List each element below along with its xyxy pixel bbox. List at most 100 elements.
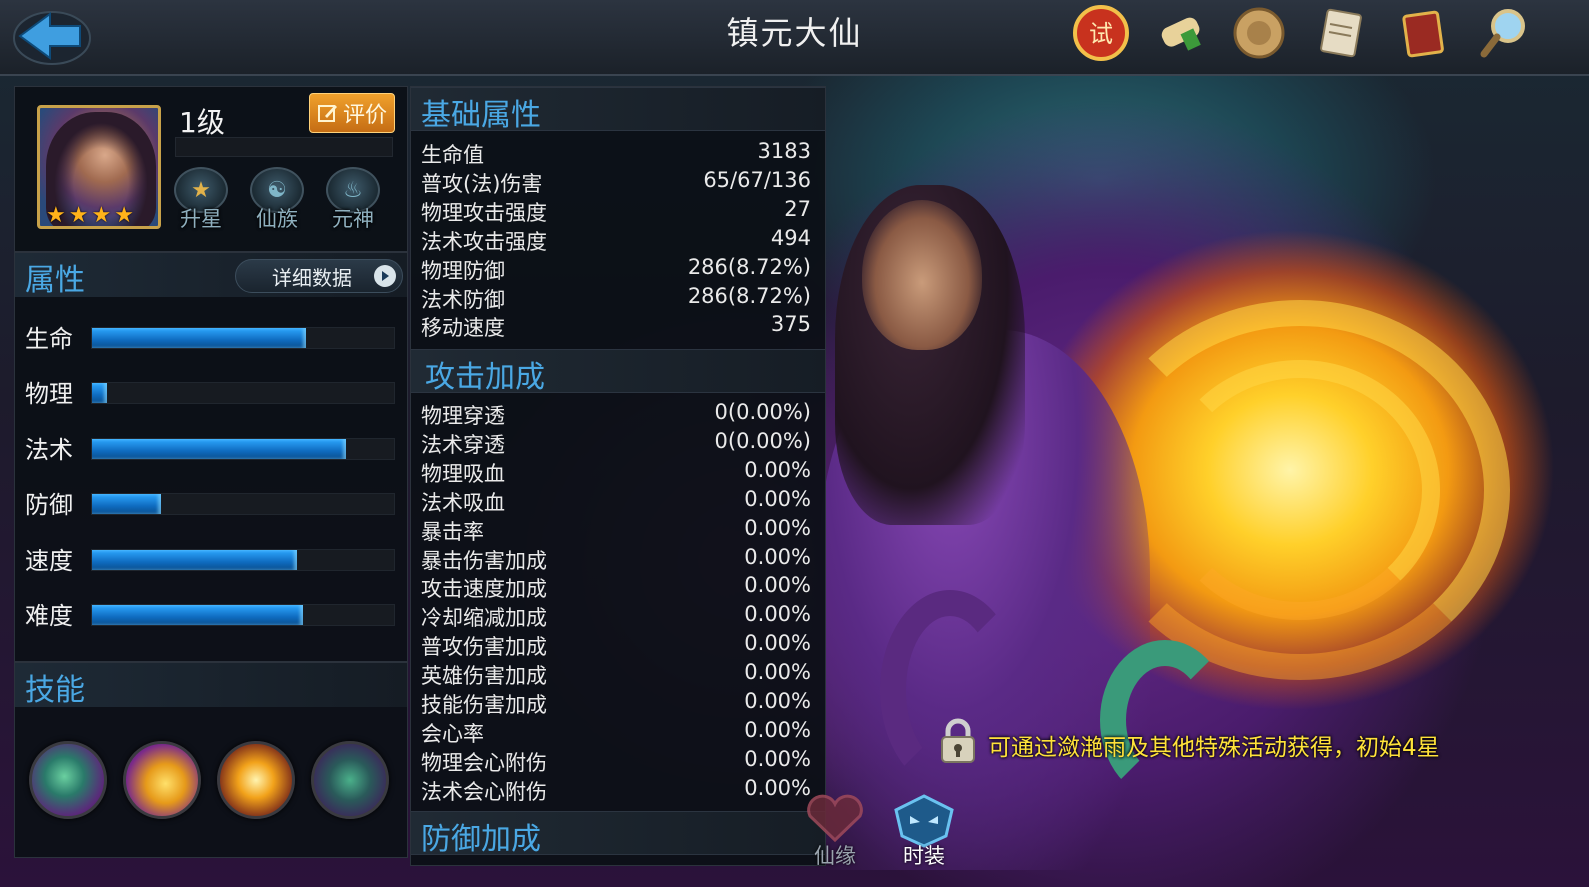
acquire-info-text: 可通过潋滟雨及其他特殊活动获得，初始4星 <box>988 735 1440 761</box>
attribute-bar-label: 速度 <box>25 546 73 575</box>
attribute-name: 攻击速度加成 <box>421 577 547 602</box>
rate-button-label: 评价 <box>342 103 387 128</box>
attribute-name: 会心率 <box>421 721 484 746</box>
attribute-value: 286(8.72%) <box>687 283 811 308</box>
attribute-bar-label: 难度 <box>25 602 73 630</box>
attribute-name: 冷却缩减加成 <box>421 606 547 631</box>
attribute-detail-panel: 基础属性 生命值 3183 普攻(法)伤害 65/67/136 物理攻击强度 27 法术攻击… <box>410 86 826 866</box>
attribute-bar-fill <box>92 328 307 348</box>
skill-4-icon[interactable] <box>311 741 389 819</box>
attribute-bar-row: 法术 <box>23 428 403 468</box>
attribute-value: 0(0.00%) <box>714 428 811 453</box>
attribute-row: 攻击速度加成 0.00% <box>421 572 811 601</box>
attribute-name: 物理防御 <box>421 258 505 283</box>
spirit-button[interactable]: ♨ 元神 <box>321 167 385 233</box>
attribute-name: 普攻(法)伤害 <box>421 171 543 196</box>
attribute-name: 暴击伤害加成 <box>421 548 547 573</box>
skill-2-icon[interactable] <box>123 741 201 819</box>
svg-text:试: 试 <box>1089 20 1113 48</box>
attribute-bar-row: 防御 <box>23 483 403 523</box>
star-icon: ★ <box>114 203 134 228</box>
defense-bonus-title: 防御加成 <box>421 822 541 857</box>
heart-icon <box>807 794 863 843</box>
lock-icon <box>938 718 978 764</box>
section-title: 属性 <box>25 263 85 298</box>
attribute-row: 物理攻击强度 27 <box>421 196 811 225</box>
attribute-name: 物理穿透 <box>421 404 505 428</box>
coin-icon[interactable] <box>1230 4 1288 62</box>
attribute-bar-track <box>91 382 395 405</box>
attribute-bar-fill <box>92 605 304 625</box>
attribute-bar-row: 生命 <box>23 317 403 357</box>
attribute-bar-row: 物理 <box>23 372 403 412</box>
attribute-row: 冷却缩减加成 0.00% <box>421 601 811 630</box>
top-bar: 镇元大仙 试 <box>0 0 1589 76</box>
attribute-value: 0.00% <box>744 717 811 742</box>
attribute-name: 法术吸血 <box>421 490 505 515</box>
attribute-row: 普攻伤害加成 0.00% <box>421 630 811 659</box>
tab-costume[interactable]: 时装 <box>888 792 960 872</box>
attribute-value: 375 <box>770 312 811 337</box>
magnifier-icon[interactable] <box>1476 4 1534 62</box>
attribute-name: 法术会心附伤 <box>421 779 547 804</box>
attribute-bar-fill <box>92 383 108 404</box>
attribute-value: 27 <box>784 196 811 221</box>
attribute-row: 法术穿透 0(0.00%) <box>421 428 811 457</box>
attribute-bar-label: 生命 <box>25 325 73 353</box>
attribute-bar-row: 难度 <box>23 594 403 634</box>
paper-icon[interactable] <box>1312 4 1370 62</box>
book-icon[interactable] <box>1394 4 1452 62</box>
attribute-bar-track <box>91 548 395 571</box>
detail-data-button[interactable]: 详细数据 <box>235 259 403 293</box>
attribute-bar-fill <box>92 494 162 515</box>
hero-face-art <box>862 200 982 350</box>
clan-button[interactable]: ☯ 仙族 <box>245 167 309 233</box>
attribute-bar-fill <box>92 438 346 459</box>
attribute-row: 法术会心附伤 0.00% <box>421 775 811 804</box>
skill-3-icon[interactable] <box>217 741 295 819</box>
attribute-value: 494 <box>770 225 811 250</box>
attribute-name: 生命值 <box>421 143 484 167</box>
attribute-value: 0.00% <box>744 660 811 685</box>
attribute-row: 物理穿透 0(0.00%) <box>421 399 811 428</box>
tentacle-art-2 <box>1100 640 1230 800</box>
attribute-value: 0.00% <box>744 631 811 656</box>
star-up-button[interactable]: ★ 升星 <box>169 167 233 233</box>
trial-seal-icon[interactable]: 试 <box>1072 4 1130 62</box>
skills-panel: 技能 <box>14 662 408 858</box>
attribute-name: 英雄伤害加成 <box>421 664 547 689</box>
attribute-value: 0.00% <box>744 689 811 713</box>
attribute-name: 暴击率 <box>421 519 484 544</box>
attribute-value: 0.00% <box>744 544 811 569</box>
attribute-row: 物理会心附伤 0.00% <box>421 746 811 775</box>
attribute-bar-fill <box>92 549 298 570</box>
attribute-name: 法术防御 <box>421 287 505 312</box>
xp-bar <box>175 137 393 157</box>
attribute-value: 286(8.72%) <box>687 254 811 279</box>
rate-button[interactable]: 评价 <box>309 93 395 133</box>
attribute-bar-track <box>91 493 395 516</box>
attribute-row: 法术防御 286(8.72%) <box>421 283 811 312</box>
attribute-bar-track <box>91 327 395 349</box>
attribute-bar-track <box>91 437 395 460</box>
attribute-row: 物理吸血 0.00% <box>421 457 811 486</box>
attribute-row: 移动速度 375 <box>421 311 811 340</box>
attribute-value: 0.00% <box>744 486 811 511</box>
attribute-name: 普攻伤害加成 <box>421 635 547 660</box>
attribute-bar-label: 防御 <box>25 491 73 520</box>
star-icon: ★ <box>68 203 89 228</box>
attribute-bar-track <box>91 604 395 626</box>
attribute-row: 生命值 3183 <box>421 138 811 167</box>
star-rating: ★ ★ ★ ★ <box>46 203 134 228</box>
skill-1-icon[interactable] <box>29 741 107 819</box>
attack-bonus-title: 攻击加成 <box>425 360 545 395</box>
section-title: 技能 <box>25 673 85 708</box>
attribute-row: 法术攻击强度 494 <box>421 225 811 254</box>
attribute-row: 法术吸血 0.00% <box>421 486 811 515</box>
attribute-value: 3183 <box>757 139 811 163</box>
hero-portrait[interactable]: ★ ★ ★ ★ <box>37 105 161 229</box>
attribute-row: 暴击伤害加成 0.00% <box>421 544 811 573</box>
scroll-icon[interactable] <box>1152 4 1210 62</box>
attribute-name: 法术穿透 <box>421 432 505 457</box>
tab-affinity[interactable]: 仙缘 <box>800 792 870 872</box>
